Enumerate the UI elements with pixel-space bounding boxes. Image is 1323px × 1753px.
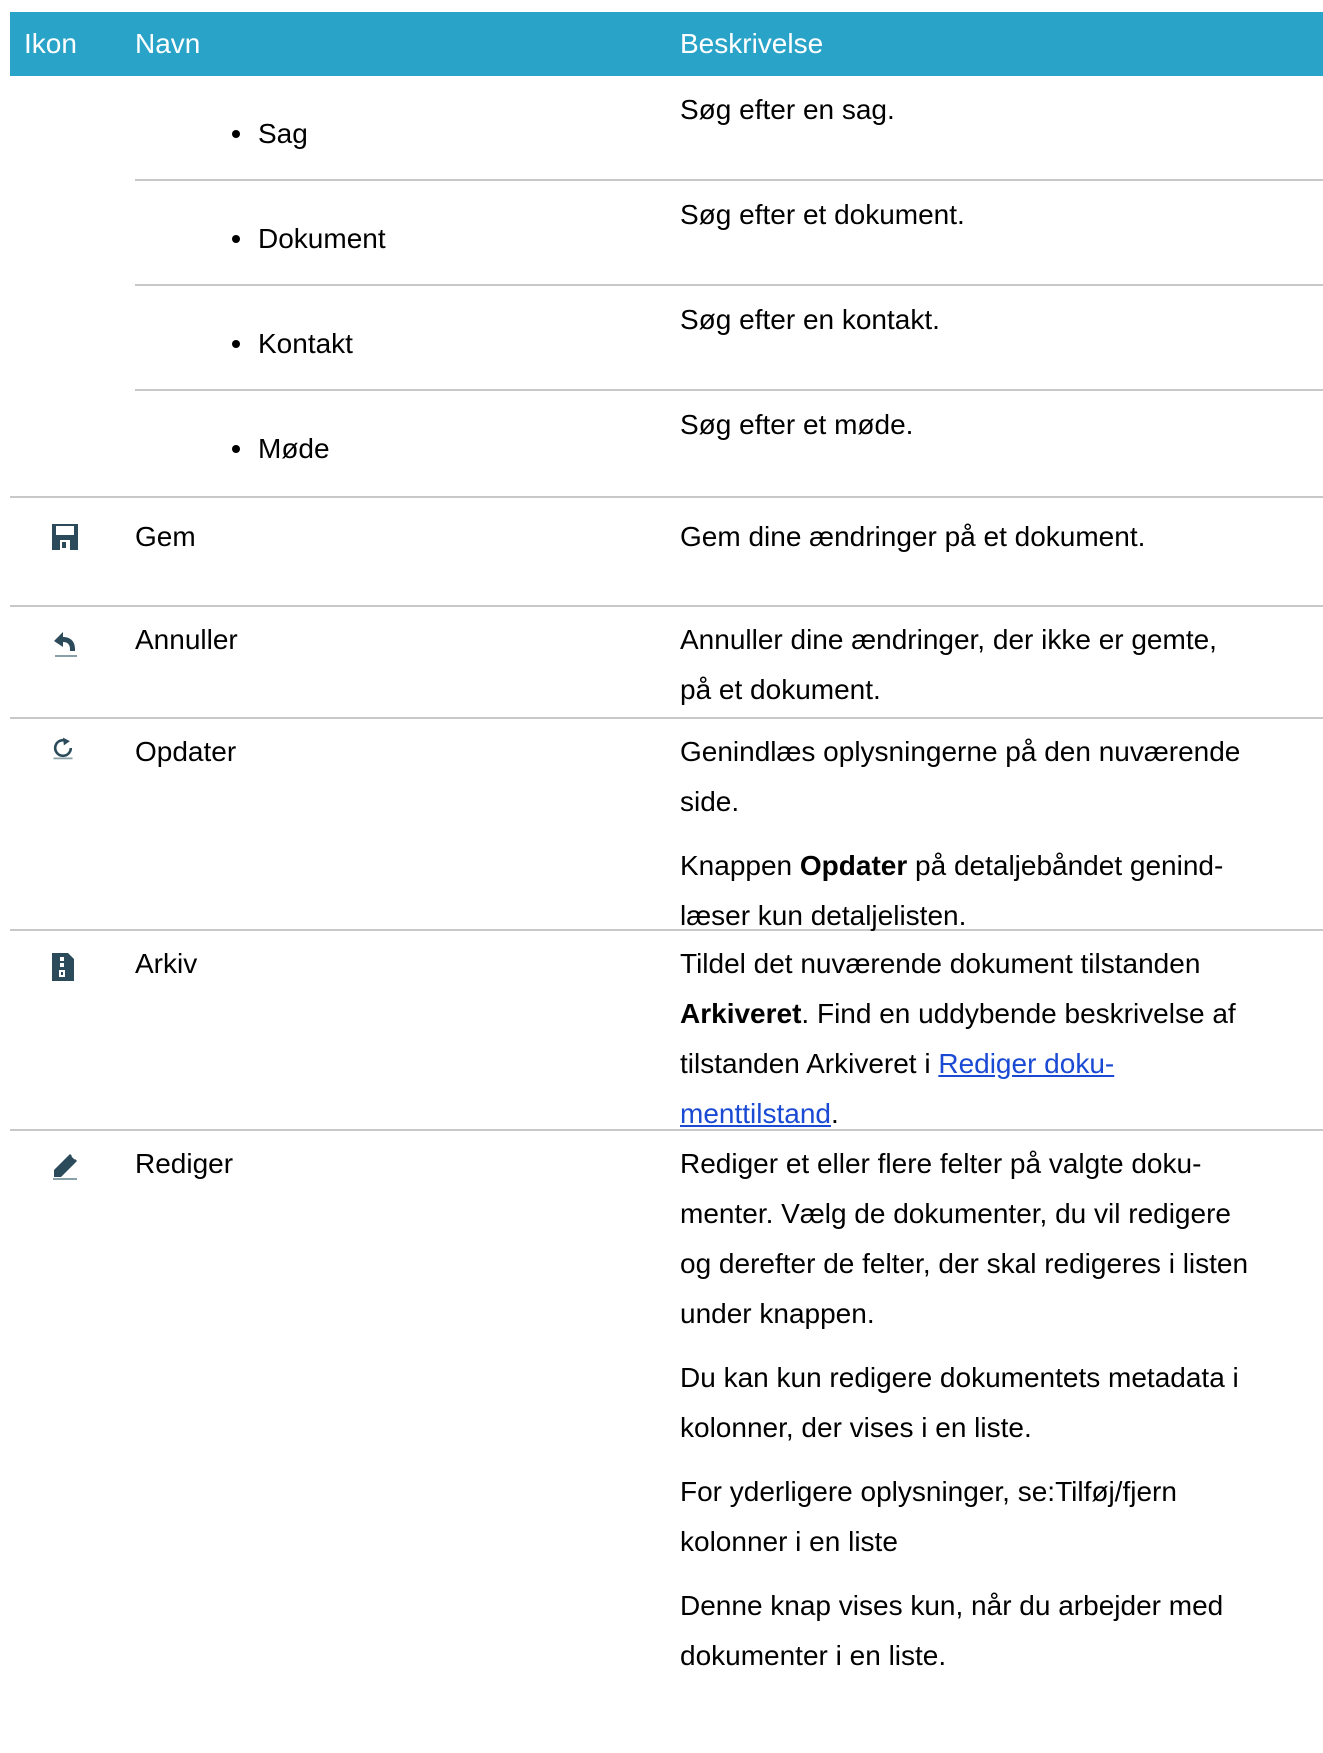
- row-name: Kontakt: [258, 328, 353, 359]
- row-description: Annuller dine ændringer, der ikke er gem…: [680, 624, 1217, 705]
- bold-term: Opdater: [799, 850, 908, 881]
- row-name: Opdater: [135, 736, 237, 767]
- header-name-col: Navn: [135, 28, 201, 59]
- table-row: Møde Søg efter et møde.: [135, 391, 1323, 496]
- row-name: Rediger: [135, 1148, 234, 1179]
- row-name: Sag: [258, 118, 308, 149]
- row-description: Gem dine ændringer på et dokument.: [680, 521, 1146, 552]
- row-description: Søg efter et møde.: [680, 409, 914, 440]
- bold-term: Arkiveret: [680, 998, 802, 1029]
- search-items-group: Sag Søg efter en sag. Dokument Søg efter…: [10, 76, 1323, 498]
- row-name: Gem: [135, 521, 196, 552]
- bullet-icon: [232, 234, 240, 243]
- row-description: Søg efter en sag.: [680, 94, 895, 125]
- row-name: Annuller: [135, 624, 238, 655]
- table-row-opdater: Opdater Genindlæs oplysningerne på den n…: [10, 719, 1323, 931]
- row-description: Søg efter en kontakt.: [680, 304, 940, 335]
- table-row-rediger: Rediger Rediger et eller flere felter på…: [10, 1131, 1323, 1681]
- edit-document-state-link[interactable]: Rediger doku-: [938, 1048, 1114, 1079]
- header-desc-col: Beskrivelse: [680, 28, 824, 59]
- row-description: Rediger et eller flere felter på valgte …: [680, 1148, 1249, 1671]
- page: Ikon Navn Beskrivelse Sag Søg efter en s…: [0, 0, 1323, 1753]
- table-header: Ikon Navn Beskrivelse: [10, 12, 1323, 76]
- table-row: Sag Søg efter en sag.: [135, 76, 1323, 181]
- table-row-gem: Gem Gem dine ændringer på et dokument.: [10, 498, 1323, 607]
- bullet-icon: [232, 129, 240, 138]
- edit-document-state-link-cont[interactable]: menttilstand: [680, 1098, 831, 1129]
- undo-arrow-icon: [54, 632, 77, 657]
- row-name: Arkiv: [135, 948, 198, 979]
- row-name: Dokument: [258, 223, 386, 254]
- archive-document-icon: [52, 953, 74, 981]
- ribbon-buttons-table: Ikon Navn Beskrivelse Sag Søg efter en s…: [10, 12, 1323, 1681]
- table-row-annuller: Annuller Annuller dine ændringer, der ik…: [10, 607, 1323, 719]
- table-row: Kontakt Søg efter en kontakt.: [135, 286, 1323, 391]
- row-description: Genindlæs oplysningerne på den nuværende…: [680, 736, 1241, 931]
- row-description: Tildel det nuværende dokument tilstanden…: [680, 948, 1236, 1129]
- table-row: Dokument Søg efter et dokument.: [135, 181, 1323, 286]
- floppy-disk-icon: [52, 524, 78, 550]
- refresh-icon: [53, 737, 73, 760]
- row-description: Søg efter et dokument.: [680, 199, 965, 230]
- row-name: Møde: [258, 433, 330, 464]
- bullet-icon: [232, 444, 240, 453]
- bullet-icon: [232, 339, 240, 348]
- header-icon-col: Ikon: [24, 28, 77, 59]
- pencil-edit-icon: [53, 1154, 77, 1180]
- table-row-arkiv: Arkiv Tildel det nuværende dokument tils…: [10, 931, 1323, 1131]
